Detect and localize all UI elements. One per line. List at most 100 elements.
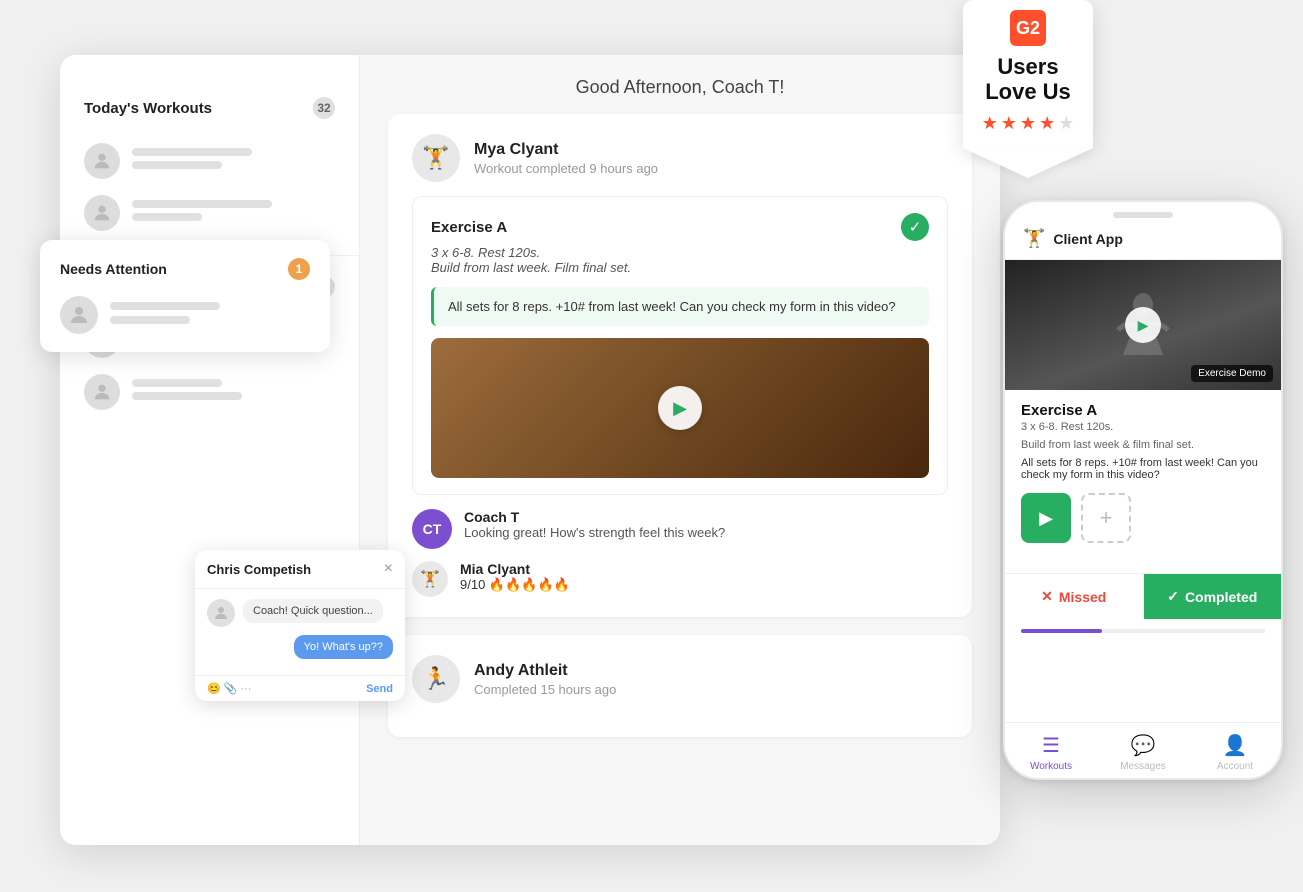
star-2: ★: [1001, 113, 1017, 134]
coach-name: Coach T: [464, 509, 725, 525]
phone-exercise-name: Exercise A: [1021, 402, 1265, 419]
todays-workouts-label: Today's Workouts: [84, 100, 212, 117]
chat-icons: 😊 📎 ⋯: [207, 682, 252, 695]
mia-response-score: 9/10 🔥🔥🔥🔥🔥: [460, 577, 570, 593]
completed-label: Completed: [1185, 589, 1257, 605]
phone-progress-empty-2: [1216, 629, 1265, 633]
sidebar-user-lines-1: [132, 148, 335, 174]
client-response-row: 🏋️ Mia Clyant 9/10 🔥🔥🔥🔥🔥: [412, 561, 948, 597]
mobile-phone: 🏋️ Client App ▶ Exercise Demo Exercise A…: [1003, 200, 1283, 780]
star-1: ★: [982, 113, 998, 134]
account-nav-label: Account: [1217, 761, 1253, 772]
andy-name: Andy Athleit: [474, 662, 616, 680]
phone-notch-area: [1005, 202, 1281, 222]
chat-header: Chris Competish ×: [195, 550, 405, 589]
messages-nav-label: Messages: [1120, 761, 1166, 772]
phone-video-thumbnail[interactable]: ▶ Exercise Demo: [1005, 260, 1281, 390]
andy-sub: Completed 15 hours ago: [474, 682, 616, 697]
sidebar-avatar-1: [84, 143, 120, 179]
workouts-nav-icon: ☰: [1042, 733, 1060, 758]
video-play-button[interactable]: ▶: [658, 386, 702, 430]
chat-send-label[interactable]: Send: [366, 683, 393, 695]
phone-progress-track: [1021, 629, 1265, 633]
video-thumbnail[interactable]: ▶: [431, 338, 929, 478]
phone-notch: [1113, 212, 1173, 218]
sidebar-line: [132, 379, 222, 387]
reminder-row-2[interactable]: [84, 366, 335, 418]
workout-card-andy: 🏃 Andy Athleit Completed 15 hours ago: [388, 635, 972, 737]
phone-bottom-nav: ☰ Workouts 💬 Messages 👤 Account: [1005, 722, 1281, 778]
sidebar-line: [132, 392, 242, 400]
phone-progress-empty: [1105, 629, 1214, 633]
star-3: ★: [1020, 113, 1036, 134]
main-content: Good Afternoon, Coach T! 🏋️ Mya Clyant W…: [360, 55, 1000, 845]
client-comment-block: All sets for 8 reps. +10# from last week…: [431, 287, 929, 326]
needs-attention-label: Needs Attention: [60, 261, 167, 277]
sidebar-avatar-2: [84, 195, 120, 231]
missed-label: Missed: [1059, 589, 1106, 605]
coach-avatar: CT: [412, 509, 452, 549]
chat-footer: 😊 📎 ⋯ Send: [195, 675, 405, 701]
sidebar: Today's Workouts 32: [60, 55, 360, 845]
sidebar-user-row-1[interactable]: [84, 135, 335, 187]
na-line-2: [110, 316, 190, 324]
chat-contact-name: Chris Competish: [207, 562, 311, 577]
chat-sender-avatar: [207, 599, 235, 627]
phone-missed-button[interactable]: ✕ Missed: [1005, 574, 1144, 619]
na-avatar: [60, 296, 98, 334]
chat-close-button[interactable]: ×: [384, 560, 393, 578]
coach-comment-body: Coach T Looking great! How's strength fe…: [464, 509, 725, 540]
phone-video-add-button[interactable]: +: [1081, 493, 1131, 543]
chat-bubble-card: Chris Competish × Coach! Quick question.…: [195, 550, 405, 701]
workout-card-mya: 🏋️ Mya Clyant Workout completed 9 hours …: [388, 114, 972, 617]
phone-progress-fill: [1021, 629, 1102, 633]
chat-received-row: Coach! Quick question...: [207, 599, 393, 627]
coach-comment-row: CT Coach T Looking great! How's strength…: [412, 509, 948, 549]
phone-header-title: Client App: [1053, 231, 1122, 247]
g2-title: UsersLove Us: [977, 54, 1079, 105]
mia-response-name: Mia Clyant: [460, 561, 570, 577]
coach-comment-text: Looking great! How's strength feel this …: [464, 525, 725, 540]
g2-pentagon-shape: [963, 148, 1093, 178]
mya-sub: Workout completed 9 hours ago: [474, 161, 658, 176]
star-5: ★: [1058, 113, 1074, 134]
phone-video-small-row: ▶ +: [1021, 493, 1265, 543]
workouts-nav-label: Workouts: [1030, 761, 1072, 772]
completed-check-icon: ✓: [1167, 588, 1179, 605]
andy-avatar: 🏃: [412, 655, 460, 703]
phone-nav-workouts[interactable]: ☰ Workouts: [1005, 733, 1097, 772]
todays-workouts-count: 32: [313, 97, 335, 119]
sidebar-user-row-2[interactable]: [84, 187, 335, 239]
phone-video-label: Exercise Demo: [1191, 365, 1273, 382]
chat-received-message: Coach! Quick question...: [243, 599, 383, 623]
phone-exercise-comment: All sets for 8 reps. +10# from last week…: [1021, 457, 1265, 481]
phone-play-button[interactable]: ▶: [1125, 307, 1161, 343]
sidebar-line: [132, 148, 252, 156]
g2-badge: G2 UsersLove Us ★ ★ ★ ★ ★: [963, 0, 1093, 178]
na-line-1: [110, 302, 220, 310]
phone-action-row: ✕ Missed ✓ Completed: [1005, 573, 1281, 619]
needs-attention-user[interactable]: [60, 296, 310, 334]
phone-small-video-thumb[interactable]: ▶: [1021, 493, 1071, 543]
exercise-check-icon: ✓: [901, 213, 929, 241]
exercise-a-name: Exercise A: [431, 219, 507, 236]
phone-completed-button[interactable]: ✓ Completed: [1144, 574, 1282, 619]
phone-nav-messages[interactable]: 💬 Messages: [1097, 733, 1189, 772]
dashboard-window: Today's Workouts 32: [60, 55, 1000, 845]
phone-header-icon: 🏋️: [1023, 228, 1045, 249]
needs-attention-card: Needs Attention 1: [40, 240, 330, 352]
needs-attention-count: 1: [288, 258, 310, 280]
messages-nav-icon: 💬: [1131, 733, 1156, 758]
mia-response-avatar: 🏋️: [412, 561, 448, 597]
phone-progress-bar: [1005, 619, 1281, 639]
phone-nav-account[interactable]: 👤 Account: [1189, 733, 1281, 772]
na-user-lines: [110, 302, 310, 329]
g2-badge-inner: G2 UsersLove Us ★ ★ ★ ★ ★: [963, 0, 1093, 148]
missed-x-icon: ✕: [1041, 588, 1053, 605]
mya-avatar: 🏋️: [412, 134, 460, 182]
sidebar-line: [132, 161, 222, 169]
exercise-block-a: Exercise A ✓ 3 x 6-8. Rest 120s.Build fr…: [412, 196, 948, 495]
sidebar-user-lines-2: [132, 200, 335, 226]
star-4: ★: [1039, 113, 1055, 134]
phone-app-header: 🏋️ Client App: [1005, 222, 1281, 260]
